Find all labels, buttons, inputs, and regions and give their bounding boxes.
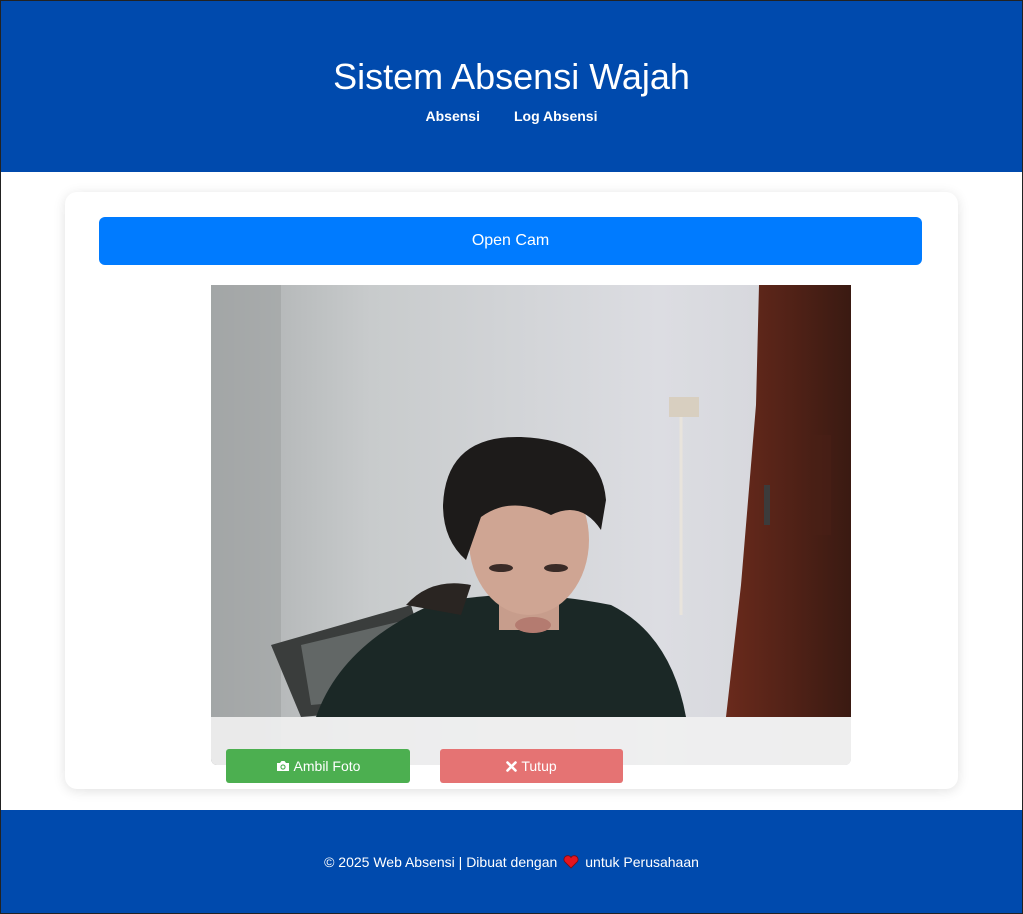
capture-label: Ambil Foto — [293, 758, 361, 774]
nav-link-log-absensi[interactable]: Log Absensi — [514, 108, 598, 124]
close-camera-button[interactable]: Tutup — [440, 749, 623, 783]
camera-icon — [276, 761, 289, 771]
page-title: Sistem Absensi Wajah — [333, 56, 690, 97]
heart-icon — [563, 854, 579, 869]
main-nav: Absensi Log Absensi — [1, 108, 1022, 124]
open-cam-button[interactable]: Open Cam — [99, 217, 922, 265]
footer-text-before: © 2025 Web Absensi | Dibuat dengan — [324, 853, 558, 870]
site-footer: © 2025 Web Absensi | Dibuat dengan untuk… — [1, 810, 1022, 913]
attendance-card: Open Cam Ambil Foto Tutup — [65, 192, 958, 789]
site-header: Sistem Absensi Wajah Absensi Log Absensi — [1, 1, 1022, 172]
close-icon — [506, 760, 518, 772]
camera-feed-image — [211, 285, 851, 765]
close-label: Tutup — [521, 758, 557, 774]
capture-photo-button[interactable]: Ambil Foto — [226, 749, 410, 783]
nav-link-absensi[interactable]: Absensi — [426, 108, 480, 124]
camera-preview — [211, 285, 851, 765]
footer-text-after: untuk Perusahaan — [585, 853, 699, 870]
